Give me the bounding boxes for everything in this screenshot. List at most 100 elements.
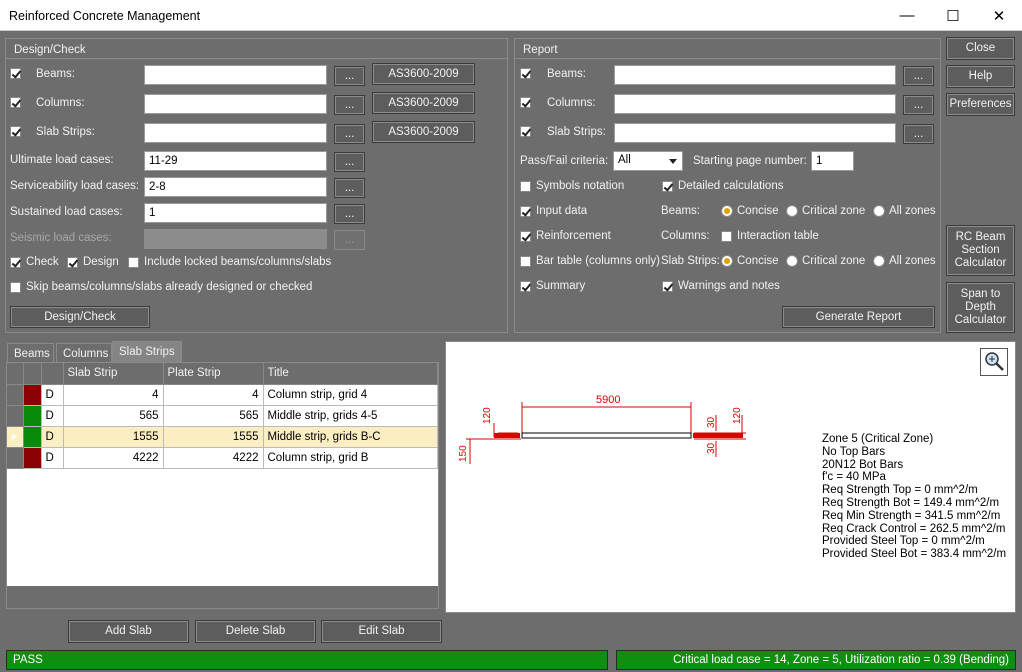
check-checkbox[interactable]	[10, 257, 21, 268]
ultimate-browse-button[interactable]: ...	[334, 152, 365, 172]
slab-critical-radio[interactable]	[786, 255, 798, 267]
beams-browse-button[interactable]: ...	[334, 66, 365, 86]
serviceability-browse-button[interactable]: ...	[334, 178, 365, 198]
generate-report-button[interactable]: Generate Report	[782, 306, 935, 328]
serviceability-load-input[interactable]	[144, 177, 327, 197]
beams-concise-radio[interactable]	[721, 205, 733, 217]
beams-design-checkbox[interactable]	[10, 68, 21, 79]
table-row-selected[interactable]: ▶ D 1555 1555 Middle strip, grids B-C	[7, 426, 438, 448]
add-slab-button[interactable]: Add Slab	[68, 620, 189, 643]
report-beams-label: Beams:	[547, 68, 586, 80]
interaction-table-checkbox[interactable]	[721, 231, 732, 242]
design-check-button[interactable]: Design/Check	[10, 306, 150, 328]
slab-concise-radio[interactable]	[721, 255, 733, 267]
title-cell[interactable]: Column strip, grid B	[263, 447, 438, 469]
ultimate-load-label: Ultimate load cases:	[10, 154, 114, 166]
edit-slab-button[interactable]: Edit Slab	[321, 620, 442, 643]
symbols-checkbox[interactable]	[520, 181, 531, 192]
plate-strip-cell[interactable]: 4	[163, 384, 264, 406]
ultimate-load-input[interactable]	[144, 151, 327, 171]
columns-report-browse-button[interactable]: ...	[903, 95, 934, 115]
columns-report-input[interactable]	[614, 94, 896, 114]
zoom-button[interactable]	[980, 348, 1008, 376]
plate-strip-cell[interactable]: 1555	[163, 426, 264, 448]
columns-design-input[interactable]	[144, 94, 327, 114]
span-depth-calculator-button[interactable]: Span to Depth Calculator	[946, 282, 1015, 333]
include-locked-checkbox[interactable]	[128, 257, 139, 268]
slab-code-button[interactable]: AS3600-2009	[372, 121, 475, 143]
beams-design-input[interactable]	[144, 65, 327, 85]
table-row[interactable]: D 4222 4222 Column strip, grid B	[7, 447, 438, 469]
slab-report-browse-button[interactable]: ...	[903, 124, 934, 144]
table-row[interactable]: D 565 565 Middle strip, grids 4-5	[7, 405, 438, 427]
reinforcement-label: Reinforcement	[536, 230, 611, 242]
input-data-label: Input data	[536, 205, 588, 217]
header-plate-strip[interactable]: Plate Strip	[163, 363, 264, 385]
slab-strip-cell[interactable]: 4	[63, 384, 164, 406]
plate-strip-cell[interactable]: 4222	[163, 447, 264, 469]
input-data-checkbox[interactable]	[520, 206, 531, 217]
columns-design-checkbox[interactable]	[10, 97, 21, 108]
summary-checkbox[interactable]	[520, 281, 531, 292]
slab-design-input[interactable]	[144, 123, 327, 143]
beams-report-input[interactable]	[614, 65, 896, 85]
detailed-checkbox[interactable]	[662, 181, 673, 192]
bar-table-checkbox[interactable]	[520, 256, 531, 267]
preferences-button[interactable]: Preferences	[946, 93, 1015, 116]
row-header-current[interactable]: ▶	[7, 426, 24, 448]
slab-strip-cell[interactable]: 565	[63, 405, 164, 427]
close-button[interactable]: Close	[946, 37, 1015, 60]
columns-code-button[interactable]: AS3600-2009	[372, 92, 475, 114]
info-line: f'c = 40 MPa	[822, 471, 886, 484]
sustained-load-input[interactable]	[144, 203, 327, 223]
slab-report-input[interactable]	[614, 123, 896, 143]
row-header[interactable]	[7, 405, 24, 427]
seismic-load-label: Seismic load cases:	[10, 232, 112, 244]
slab-allzones-radio[interactable]	[873, 255, 885, 267]
tab-columns[interactable]: Columns	[56, 343, 112, 363]
beams-critical-radio[interactable]	[786, 205, 798, 217]
sustained-browse-button[interactable]: ...	[334, 204, 365, 224]
close-window-button[interactable]: ✕	[976, 0, 1022, 31]
title-cell[interactable]: Middle strip, grids B-C	[263, 426, 438, 448]
columns-browse-button[interactable]: ...	[334, 95, 365, 115]
slab-critical-label: Critical zone	[802, 255, 866, 267]
columns-report-checkbox[interactable]	[520, 97, 531, 108]
beams-report-checkbox[interactable]	[520, 68, 531, 79]
design-checkbox[interactable]	[67, 257, 78, 268]
title-cell[interactable]: Column strip, grid 4	[263, 384, 438, 406]
skip-designed-checkbox[interactable]	[10, 282, 21, 293]
slab-strip-cell[interactable]: 1555	[63, 426, 164, 448]
table-row[interactable]: D 4 4 Column strip, grid 4	[7, 384, 438, 406]
tab-beams[interactable]: Beams	[7, 343, 54, 363]
plate-strip-cell[interactable]: 565	[163, 405, 264, 427]
beams-allzones-radio[interactable]	[873, 205, 885, 217]
passfail-select[interactable]: All	[613, 151, 683, 171]
beams-report-browse-button[interactable]: ...	[903, 66, 934, 86]
warnings-checkbox[interactable]	[662, 281, 673, 292]
header-slab-strip[interactable]: Slab Strip	[63, 363, 164, 385]
title-cell[interactable]: Middle strip, grids 4-5	[263, 405, 438, 427]
minimize-button[interactable]: —	[884, 0, 930, 31]
reinforcement-checkbox[interactable]	[520, 231, 531, 242]
rc-beam-calculator-button[interactable]: RC Beam Section Calculator	[946, 225, 1015, 276]
status-critical-info: Critical load case = 14, Zone = 5, Utili…	[616, 650, 1016, 670]
delete-slab-button[interactable]: Delete Slab	[195, 620, 316, 643]
columns-option-label: Columns:	[661, 230, 710, 242]
starting-page-input[interactable]	[811, 151, 854, 171]
zone-info-text: Zone 5 (Critical Zone) No Top Bars 20N12…	[822, 433, 1006, 561]
row-header[interactable]	[7, 447, 24, 469]
slab-report-checkbox[interactable]	[520, 126, 531, 137]
maximize-button[interactable]: ☐	[930, 0, 976, 31]
header-title[interactable]: Title	[263, 363, 438, 385]
flag-cell: D	[41, 384, 64, 406]
row-header[interactable]	[7, 384, 24, 406]
slab-design-checkbox[interactable]	[10, 126, 21, 137]
slab-browse-button[interactable]: ...	[334, 124, 365, 144]
tab-slab-strips[interactable]: Slab Strips	[112, 341, 182, 363]
help-button[interactable]: Help	[946, 65, 1015, 88]
right-thickness-dimension-label: 120	[732, 407, 743, 424]
header-status	[23, 363, 42, 385]
slab-strip-cell[interactable]: 4222	[63, 447, 164, 469]
beams-code-button[interactable]: AS3600-2009	[372, 63, 475, 85]
